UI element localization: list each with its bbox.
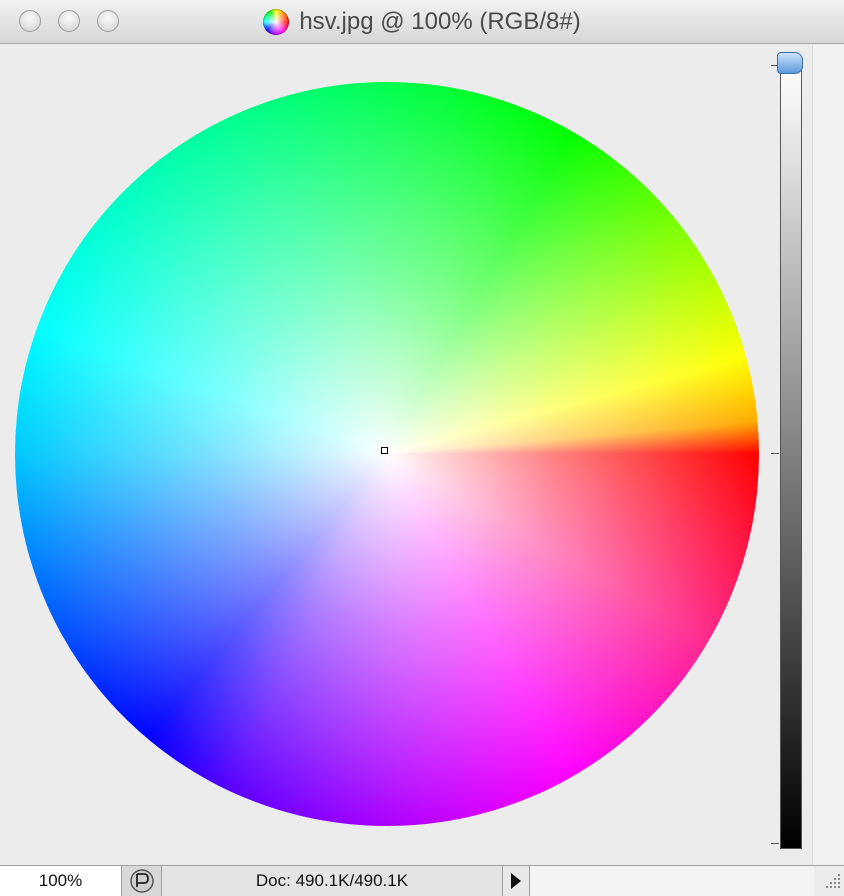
color-picker-marker[interactable] [381,447,388,454]
play-triangle-icon [511,873,521,889]
slider-tick-middle [771,453,779,454]
timer-icon[interactable] [122,866,162,896]
status-menu-button[interactable] [502,866,530,896]
hsv-color-wheel[interactable] [15,82,759,826]
horizontal-scrollbar[interactable] [530,866,814,896]
status-bar: 100% Doc: 490.1K/490.1K [0,865,844,896]
title-bar: hsv.jpg @ 100% (RGB/8#) [0,0,844,44]
window-title: hsv.jpg @ 100% (RGB/8#) [299,8,581,35]
window-title-group: hsv.jpg @ 100% (RGB/8#) [0,0,844,44]
resize-grip-icon[interactable] [814,866,844,896]
document-size-info: Doc: 490.1K/490.1K [255,871,409,890]
slider-tick-bottom [771,843,779,844]
image-canvas[interactable] [0,45,812,865]
vertical-scrollbar[interactable] [812,45,844,865]
brightness-slider-thumb[interactable] [777,52,803,74]
zoom-level-field[interactable]: 100% [0,866,122,896]
color-wheel-icon [263,9,290,35]
brightness-slider-track[interactable] [780,65,802,849]
